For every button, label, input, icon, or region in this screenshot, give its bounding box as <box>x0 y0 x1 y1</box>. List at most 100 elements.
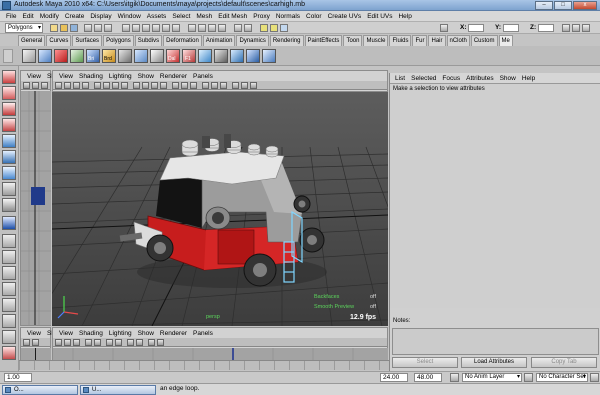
bottom-grid-icon[interactable] <box>85 339 92 346</box>
bottom-menu-lighting[interactable]: Lighting <box>106 330 135 337</box>
render-settings-icon[interactable] <box>280 24 288 32</box>
menu-normals[interactable]: Normals <box>273 13 303 20</box>
z-field[interactable] <box>538 24 554 32</box>
menu-edit-uvs[interactable]: Edit UVs <box>364 13 395 20</box>
end-time-field[interactable]: 24.00 <box>380 373 408 382</box>
max-time-field[interactable]: 48.00 <box>414 373 442 382</box>
soft-mod-icon[interactable] <box>2 182 16 196</box>
shelf-brick-icon[interactable] <box>38 49 52 63</box>
bottom-film-gate-icon[interactable] <box>94 339 101 346</box>
tab-rendering[interactable]: Rendering <box>269 35 304 46</box>
highres-icon[interactable] <box>220 82 227 89</box>
character-set-dropdown[interactable]: No Character Set <box>536 373 588 382</box>
anim-layer-dropdown[interactable]: No Anim Layer <box>462 373 522 382</box>
shelf-red-brick-icon[interactable] <box>54 49 68 63</box>
layout-trax-icon[interactable] <box>2 330 16 344</box>
bottom-view-canvas[interactable] <box>53 348 388 360</box>
isolate-select-icon[interactable] <box>211 82 218 89</box>
tab-muscle[interactable]: Muscle <box>363 35 389 46</box>
persp-menu-shading[interactable]: Shading <box>76 73 106 80</box>
select-hierarchy-icon[interactable] <box>84 24 92 32</box>
layout-graph-editor-icon[interactable] <box>2 314 16 328</box>
bottom-bookmark-icon[interactable] <box>73 339 80 346</box>
gate-mask-icon[interactable] <box>121 82 128 89</box>
shelf-technic-icon[interactable] <box>198 49 212 63</box>
menu-select[interactable]: Select <box>169 13 193 20</box>
menu-create-uvs[interactable]: Create UVs <box>325 13 365 20</box>
shelf-wheel-icon[interactable] <box>118 49 132 63</box>
shelf-bri-icon[interactable]: Bri <box>86 49 100 63</box>
rotate-tool-icon[interactable] <box>2 134 16 148</box>
bottom-left-menu-view[interactable]: View <box>24 330 44 337</box>
layout-uv-editor-icon[interactable] <box>2 346 16 360</box>
ae-menu-list[interactable]: List <box>392 75 408 82</box>
ae-load-attributes-button[interactable]: Load Attributes <box>461 357 527 368</box>
paint-select-tool-icon[interactable] <box>2 102 16 116</box>
bottom-camera-attributes-icon[interactable] <box>64 339 71 346</box>
bottom-menu-renderer[interactable]: Renderer <box>157 330 190 337</box>
side-view-canvas[interactable] <box>21 91 51 325</box>
bottom-wireframe-icon[interactable] <box>106 339 113 346</box>
close-icon[interactable]: x <box>573 1 597 10</box>
layout-single-icon[interactable] <box>2 216 16 230</box>
x-field[interactable] <box>468 24 484 32</box>
tab-custom[interactable]: Custom <box>470 35 498 46</box>
anim-prefs-icon[interactable] <box>590 373 599 382</box>
shelf-slope-icon[interactable] <box>134 49 148 63</box>
bottom-camera-icon[interactable] <box>55 339 62 346</box>
flat-shade-icon[interactable] <box>151 82 158 89</box>
tab-painteffects[interactable]: PaintEffects <box>304 35 343 46</box>
mask-icon[interactable] <box>122 24 130 32</box>
anim-layer-icon[interactable] <box>524 373 533 382</box>
persp-menu-show[interactable]: Show <box>135 73 157 80</box>
snap-grid-icon[interactable] <box>188 24 196 32</box>
ae-menu-selected[interactable]: Selected <box>408 75 439 82</box>
menu-assets[interactable]: Assets <box>144 13 170 20</box>
bottom-smooth-shade-icon[interactable] <box>115 339 122 346</box>
ae-select-button[interactable]: Select <box>392 357 458 368</box>
smooth-shade-icon[interactable] <box>142 82 149 89</box>
layout-four-icon[interactable] <box>2 234 16 248</box>
mask-curves-icon[interactable] <box>152 24 160 32</box>
show-manip-icon[interactable] <box>2 198 16 212</box>
save-scene-icon[interactable] <box>70 24 78 32</box>
shelf-pin-icon[interactable] <box>262 49 276 63</box>
xray-icon[interactable] <box>202 82 209 89</box>
layout-two-icon[interactable] <box>2 250 16 264</box>
layout-persp-graph-icon[interactable] <box>2 266 16 280</box>
shelf-panel-icon[interactable] <box>246 49 260 63</box>
shelf-dal-icon[interactable]: Dal <box>166 49 180 63</box>
film-gate-icon[interactable] <box>103 82 110 89</box>
bottom-left-shaded-icon[interactable] <box>32 339 39 346</box>
image-plane-icon[interactable] <box>82 82 89 89</box>
menu-edit-mesh[interactable]: Edit Mesh <box>215 13 250 20</box>
tab-ncloth[interactable]: nCloth <box>446 35 470 46</box>
shelf-menu-icon[interactable] <box>3 49 13 63</box>
shelf-tile-icon[interactable] <box>150 49 164 63</box>
tab-dynamics[interactable]: Dynamics <box>236 35 269 46</box>
depth-of-field-icon[interactable] <box>250 82 257 89</box>
history-output-icon[interactable] <box>244 24 252 32</box>
bottom-menu-shading[interactable]: Shading <box>76 330 106 337</box>
tab-toon[interactable]: Toon <box>343 35 363 46</box>
mask-handles-icon[interactable] <box>132 24 140 32</box>
transform-mode-icon[interactable] <box>440 24 448 32</box>
menu-edit[interactable]: Edit <box>19 13 36 20</box>
layout-hypershade-icon[interactable] <box>2 282 16 296</box>
bottom-lights-icon[interactable] <box>136 339 143 346</box>
ae-copy-tab-button[interactable]: Copy Tab <box>531 357 597 368</box>
menu-proxy[interactable]: Proxy <box>250 13 273 20</box>
taskbar-window-1[interactable]: O... <box>2 385 78 395</box>
toggle-layer-editor-icon[interactable] <box>582 24 590 32</box>
menu-set-dropdown[interactable]: Polygons <box>5 23 43 33</box>
side-panel-menu-view[interactable]: View <box>24 73 44 80</box>
tab-curves[interactable]: Curves <box>46 35 72 46</box>
time-slider[interactable] <box>19 360 389 370</box>
toggle-sidebar-icon[interactable] <box>562 24 570 32</box>
open-scene-icon[interactable] <box>60 24 68 32</box>
taskbar-window-2[interactable]: U... <box>80 385 156 395</box>
bottom-texture-icon[interactable] <box>127 339 134 346</box>
bottom-xray-icon[interactable] <box>148 339 155 346</box>
bottom-left-view-canvas[interactable] <box>21 348 51 360</box>
tab-fluids[interactable]: Fluids <box>389 35 412 46</box>
